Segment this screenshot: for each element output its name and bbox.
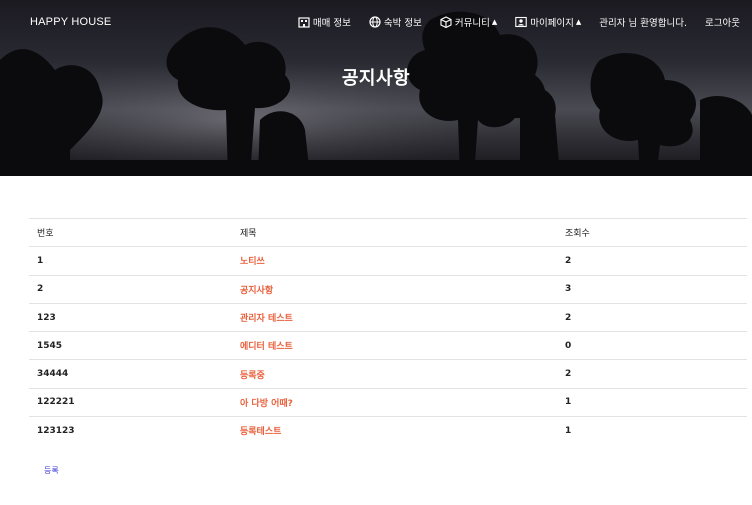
cell-views: 2 xyxy=(557,302,747,332)
nav-item-community[interactable]: 커뮤니티 ▲ xyxy=(440,15,497,29)
cell-views: 3 xyxy=(557,274,747,304)
cell-views: 2 xyxy=(557,359,747,389)
notice-table: 번호 제목 조회수 1 노티쓰 2 2 공지사항 3 123 관리자 테스트 2 xyxy=(29,217,747,445)
table-row: 1545 에디터 테스트 0 xyxy=(29,331,747,360)
nav-item-lodging-info[interactable]: 숙박 정보 xyxy=(369,15,422,29)
page-title: 공지사항 xyxy=(341,68,411,89)
register-button[interactable]: 등록 xyxy=(44,465,59,476)
cell-title: 공지사항 xyxy=(232,274,557,304)
nav-item-label: 숙박 정보 xyxy=(383,18,422,29)
table-row: 123 관리자 테스트 2 xyxy=(29,302,747,332)
cell-number: 34444 xyxy=(29,359,232,389)
box-icon xyxy=(440,16,452,28)
cell-views: 1 xyxy=(557,416,747,445)
globe-icon xyxy=(369,16,381,28)
table-row: 122221 아 다방 어때? 1 xyxy=(29,387,747,417)
notice-title-link[interactable]: 아 다방 어때? xyxy=(240,399,293,409)
main-nav: 매매 정보 숙박 정보 커뮤니티 ▲ 마이페이지 ▲ 관리자 님 환영합니다. … xyxy=(280,15,740,29)
nav-item-label: 커뮤니티 xyxy=(454,18,490,29)
cell-number: 1 xyxy=(29,246,232,276)
column-header-title: 제목 xyxy=(232,217,557,247)
cell-views: 0 xyxy=(557,331,747,360)
brand-logo[interactable]: HAPPY HOUSE xyxy=(30,16,111,28)
cell-number: 1545 xyxy=(29,331,232,360)
caret-down-icon: ▲ xyxy=(575,18,582,26)
welcome-message: 관리자 님 환영합니다. xyxy=(599,18,688,29)
top-navbar: HAPPY HOUSE 매매 정보 숙박 정보 커뮤니티 ▲ 마이페이지 ▲ 관… xyxy=(0,0,752,44)
table-row: 123123 등록테스트 1 xyxy=(29,416,747,445)
cell-number: 2 xyxy=(29,274,232,304)
column-header-views: 조회수 xyxy=(557,217,747,247)
cell-title: 관리자 테스트 xyxy=(232,302,557,332)
cell-title: 등록테스트 xyxy=(232,416,557,445)
table-header-row: 번호 제목 조회수 xyxy=(29,217,747,247)
cell-views: 1 xyxy=(557,387,747,417)
notice-title-link[interactable]: 등록중 xyxy=(240,371,265,381)
building-icon xyxy=(298,16,310,28)
column-header-number: 번호 xyxy=(29,217,232,247)
notice-title-link[interactable]: 공지사항 xyxy=(240,286,273,296)
portrait-icon xyxy=(515,16,527,28)
table-row: 2 공지사항 3 xyxy=(29,274,747,304)
cell-title: 등록중 xyxy=(232,359,557,389)
nav-item-mypage[interactable]: 마이페이지 ▲ xyxy=(515,15,581,29)
nav-item-label: 매매 정보 xyxy=(312,18,351,29)
notice-title-link[interactable]: 관리자 테스트 xyxy=(240,314,293,324)
table-row: 34444 등록중 2 xyxy=(29,359,747,389)
cell-number: 122221 xyxy=(29,387,232,417)
logout-link[interactable]: 로그아웃 xyxy=(705,15,740,29)
nav-item-sales-info[interactable]: 매매 정보 xyxy=(298,15,351,29)
cell-number: 123 xyxy=(29,302,232,332)
notice-title-link[interactable]: 에디터 테스트 xyxy=(240,342,293,352)
cell-views: 2 xyxy=(557,246,747,276)
hero-banner: HAPPY HOUSE 매매 정보 숙박 정보 커뮤니티 ▲ 마이페이지 ▲ 관… xyxy=(0,0,752,176)
nav-item-label: 마이페이지 xyxy=(530,18,574,29)
caret-down-icon: ▲ xyxy=(491,18,498,26)
cell-number: 123123 xyxy=(29,416,232,445)
table-row: 1 노티쓰 2 xyxy=(29,246,747,276)
cell-title: 노티쓰 xyxy=(232,246,557,276)
notice-title-link[interactable]: 등록테스트 xyxy=(240,427,281,437)
cell-title: 아 다방 어때? xyxy=(232,387,557,417)
cell-title: 에디터 테스트 xyxy=(232,331,557,360)
notice-title-link[interactable]: 노티쓰 xyxy=(240,257,265,267)
